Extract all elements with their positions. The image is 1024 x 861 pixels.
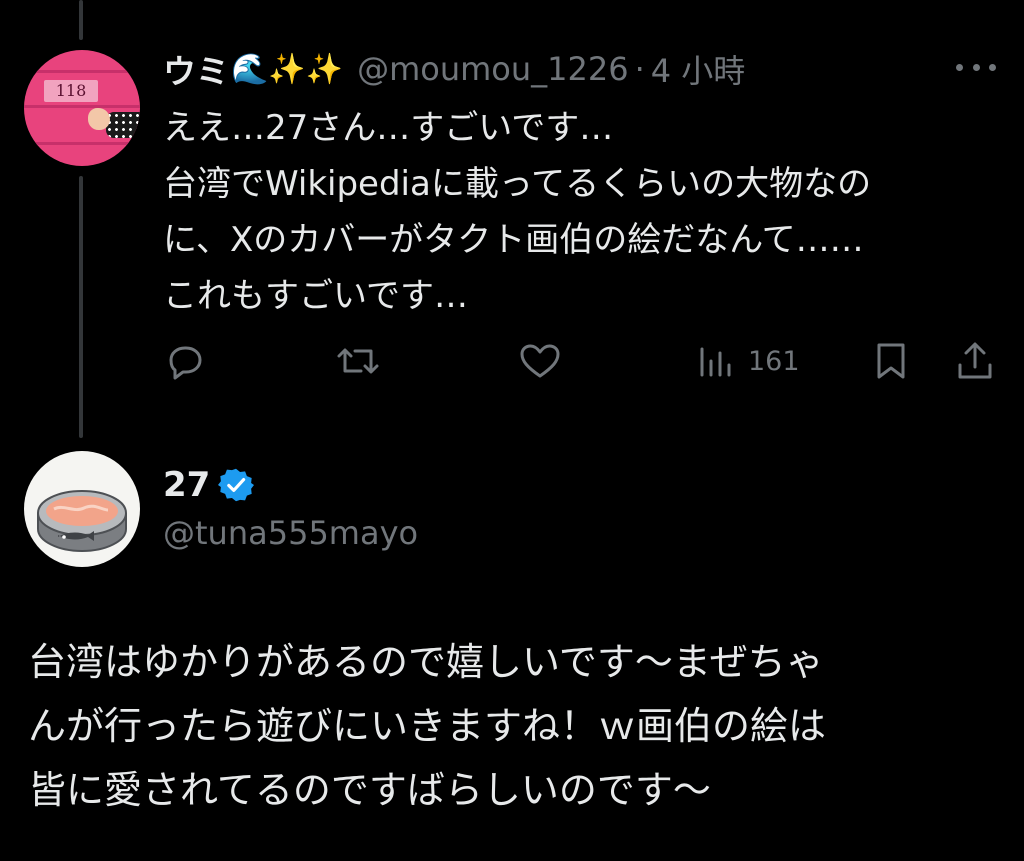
- tweet-text-line: に、Xのカバーがタクト画伯の絵だなんて……: [163, 220, 864, 260]
- separator: ·: [634, 50, 645, 88]
- display-name[interactable]: 27: [163, 465, 210, 505]
- repost-icon: [337, 348, 379, 374]
- display-name[interactable]: ウミ: [163, 45, 229, 93]
- views-icon: [700, 347, 731, 377]
- avatar[interactable]: [24, 451, 140, 567]
- bookmark-icon: [877, 343, 905, 379]
- thread-line-top: [79, 0, 83, 40]
- user-handle[interactable]: @tuna555mayo: [163, 514, 418, 552]
- tuna-can-icon: [37, 490, 127, 553]
- avatar-number-plate: 118: [44, 80, 98, 102]
- tweet-text: ええ…27さん…すごいです… 台湾でWikipediaに載ってるくらいの大物なの…: [163, 100, 993, 324]
- repost-button[interactable]: [335, 336, 381, 386]
- tweet-text-line: ええ…27さん…すごいです…: [163, 108, 614, 148]
- user-handle[interactable]: @moumou_1226: [357, 50, 629, 88]
- reply-text: 台湾はゆかりがあるので嬉しいです～まぜちゃ んが行ったら遊びにいきますね！ｗ画伯…: [28, 630, 1008, 822]
- heart-icon: [520, 344, 560, 378]
- thread-line-bottom: [79, 176, 83, 438]
- reply-text-line: 皆に愛されてるのですばらしいのです～: [28, 768, 711, 812]
- views-button[interactable]: 161: [696, 336, 800, 386]
- reply-button[interactable]: [163, 336, 207, 386]
- tweet-header: ウミ 🌊✨✨ @moumou_1226 · 4 小時: [163, 44, 745, 94]
- share-icon: [958, 342, 992, 379]
- tweet-text-line: これもすごいです…: [163, 276, 468, 316]
- reply-text-line: 台湾はゆかりがあるので嬉しいです～まぜちゃ: [28, 640, 824, 684]
- timestamp[interactable]: 4 小時: [651, 46, 746, 92]
- reply-icon: [169, 346, 202, 380]
- more-options-icon[interactable]: [956, 52, 996, 82]
- reply-text-line: んが行ったら遊びにいきますね！ｗ画伯の絵は: [28, 704, 827, 748]
- like-button[interactable]: [517, 336, 563, 386]
- avatar[interactable]: 118: [24, 50, 140, 166]
- tweet-text-line: 台湾でWikipediaに載ってるくらいの大物なの: [163, 164, 872, 204]
- views-count: 161: [748, 345, 800, 377]
- action-bar: 161: [163, 336, 997, 386]
- share-button[interactable]: [953, 336, 997, 386]
- name-emojis: 🌊✨✨: [231, 51, 344, 87]
- bookmark-button[interactable]: [871, 336, 911, 386]
- reply-header: 27 @tuna555mayo: [163, 460, 418, 552]
- verified-badge-icon: [218, 468, 255, 502]
